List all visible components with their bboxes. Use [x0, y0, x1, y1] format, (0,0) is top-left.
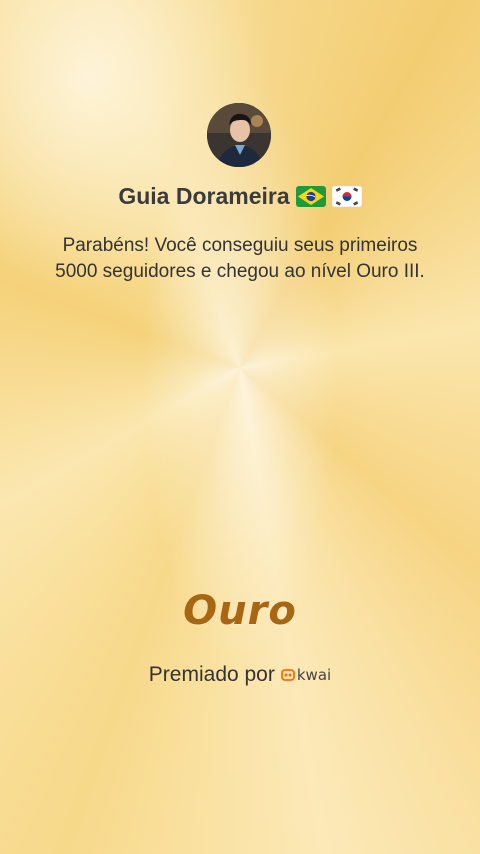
level-title: Ouro [183, 588, 297, 634]
south-korea-flag-icon [331, 185, 362, 207]
award-row: Premiado por kwai [0, 660, 480, 690]
avatar-image [207, 103, 271, 167]
profile-name-row: Guia Dorameira [0, 180, 480, 212]
avatar[interactable] [207, 103, 271, 167]
kwai-brand-text: kwai [296, 666, 332, 684]
congratulations-message: Parabéns! Você conseguiu seus primeiros … [55, 235, 425, 282]
profile-name: Guia Dorameira [118, 182, 290, 209]
kwai-logo: kwai [280, 666, 332, 684]
kwai-icon [280, 669, 295, 681]
brazil-flag-icon [295, 185, 326, 207]
award-label: Premiado por [148, 663, 275, 686]
